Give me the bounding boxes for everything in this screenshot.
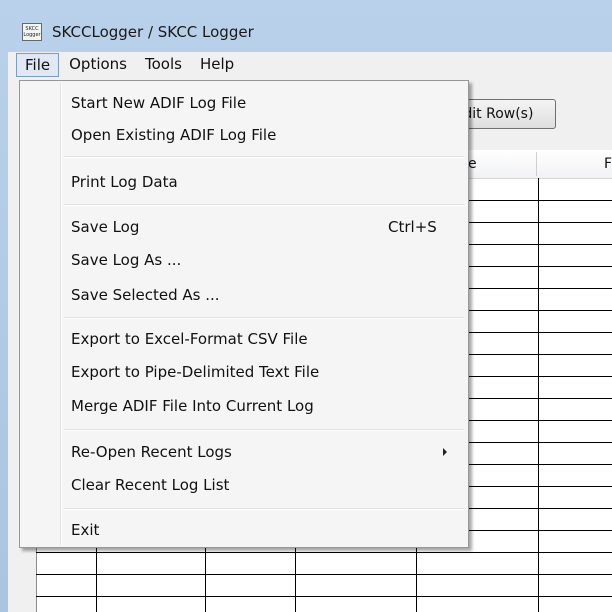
menu-item-start-new-adif[interactable]: Start New ADIF Log File bbox=[71, 90, 246, 116]
grid-row-line bbox=[36, 552, 612, 553]
menu-item-open-existing-adif[interactable]: Open Existing ADIF Log File bbox=[71, 122, 276, 148]
menu-item-save-log-as[interactable]: Save Log As ... bbox=[71, 247, 181, 273]
header-divider bbox=[536, 152, 537, 176]
menu-item-save-selected-as[interactable]: Save Selected As ... bbox=[71, 282, 220, 308]
title-bar[interactable]: SKCC Logger SKCCLogger / SKCC Logger bbox=[8, 12, 612, 52]
menu-item-save-log[interactable]: Save Log bbox=[71, 214, 139, 240]
menu-separator bbox=[64, 317, 464, 319]
menu-options[interactable]: Options bbox=[61, 53, 135, 77]
app-logo-text: SKCC Logger bbox=[23, 26, 41, 38]
menu-tools[interactable]: Tools bbox=[137, 53, 190, 77]
menu-gutter-divider bbox=[60, 83, 62, 545]
menu-item-merge-adif[interactable]: Merge ADIF File Into Current Log bbox=[71, 393, 314, 419]
menu-file[interactable]: File bbox=[16, 53, 60, 77]
menu-item-export-pipe[interactable]: Export to Pipe-Delimited Text File bbox=[71, 359, 319, 385]
menu-item-clear-recent[interactable]: Clear Recent Log List bbox=[71, 472, 229, 498]
save-log-shortcut: Ctrl+S bbox=[388, 218, 437, 236]
file-menu-dropdown: Start New ADIF Log File Open Existing AD… bbox=[19, 80, 469, 548]
menu-separator bbox=[64, 429, 464, 431]
menu-separator bbox=[64, 204, 464, 206]
app-logo-icon: SKCC Logger bbox=[22, 23, 42, 41]
grid-header-cell[interactable]: F bbox=[604, 150, 612, 178]
menu-separator bbox=[64, 156, 464, 158]
menu-help[interactable]: Help bbox=[192, 53, 242, 77]
app-window: SKCC Logger SKCCLogger / SKCC Logger Fil… bbox=[0, 0, 612, 612]
grid-header-cell[interactable]: e bbox=[468, 150, 477, 178]
menu-separator bbox=[64, 508, 464, 510]
menu-item-reopen-recent[interactable]: Re-Open Recent Logs bbox=[71, 439, 232, 465]
menu-item-exit[interactable]: Exit bbox=[71, 517, 99, 543]
grid-row-line bbox=[36, 574, 612, 575]
menu-bar: File Options Tools Help bbox=[8, 52, 612, 78]
window-title: SKCCLogger / SKCC Logger bbox=[52, 23, 254, 41]
menu-item-print-log[interactable]: Print Log Data bbox=[71, 169, 178, 195]
grid-row-line bbox=[36, 596, 612, 597]
submenu-arrow-icon bbox=[443, 448, 447, 456]
menu-item-export-csv[interactable]: Export to Excel-Format CSV File bbox=[71, 326, 308, 352]
